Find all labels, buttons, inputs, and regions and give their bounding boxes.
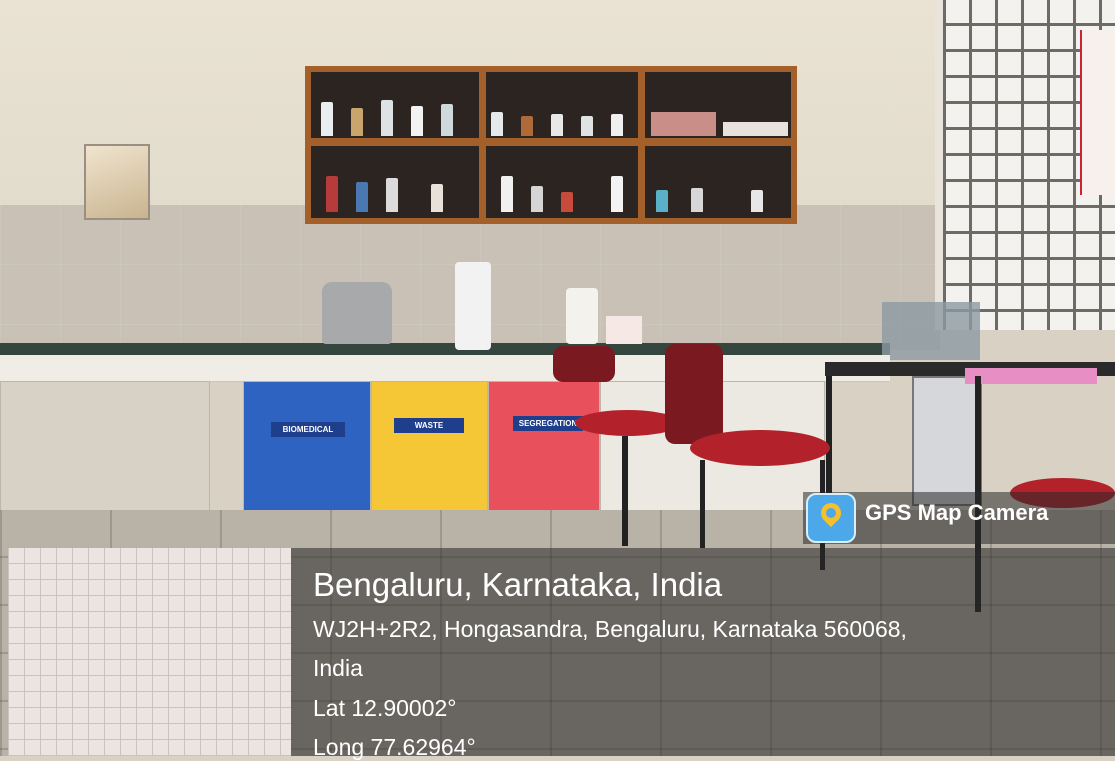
bin-label-segregation: SEGREGATION [513,416,583,431]
chair-seat [690,430,830,466]
location-latitude: Lat 12.90002° [313,695,457,721]
location-address-line2: India [313,655,363,681]
microscope [455,262,491,350]
gps-badge-label: GPS Map Camera [865,500,1049,525]
map-pin-camera-icon [806,493,856,543]
reagent-box [606,316,642,344]
location-city: Bengaluru, Karnataka, India [313,566,723,603]
pink-file [965,368,1097,384]
map-thumbnail [8,548,291,756]
bin-label-waste: WASTE [394,418,464,433]
wall-shelf [305,66,797,224]
centrifuge [322,282,392,344]
desk-drawers [912,376,982,506]
bin-segregation: SEGREGATION [488,381,600,511]
counter-edge [0,355,890,382]
location-longitude: Long 77.62964° [313,734,476,760]
bin-biomedical: BIOMEDICAL [243,381,371,511]
stool-backrest [553,346,615,382]
wall-calendar [1080,30,1115,195]
location-address-line1: WJ2H+2R2, Hongasandra, Bengaluru, Karnat… [313,616,907,642]
cabinet-left [0,381,210,511]
chair-backrest [665,344,723,444]
carboy [566,288,598,344]
file-tray [882,302,980,360]
bin-label-biomedical: BIOMEDICAL [271,422,345,437]
bin-waste: WASTE [371,381,488,511]
wall-mirror [84,144,150,220]
